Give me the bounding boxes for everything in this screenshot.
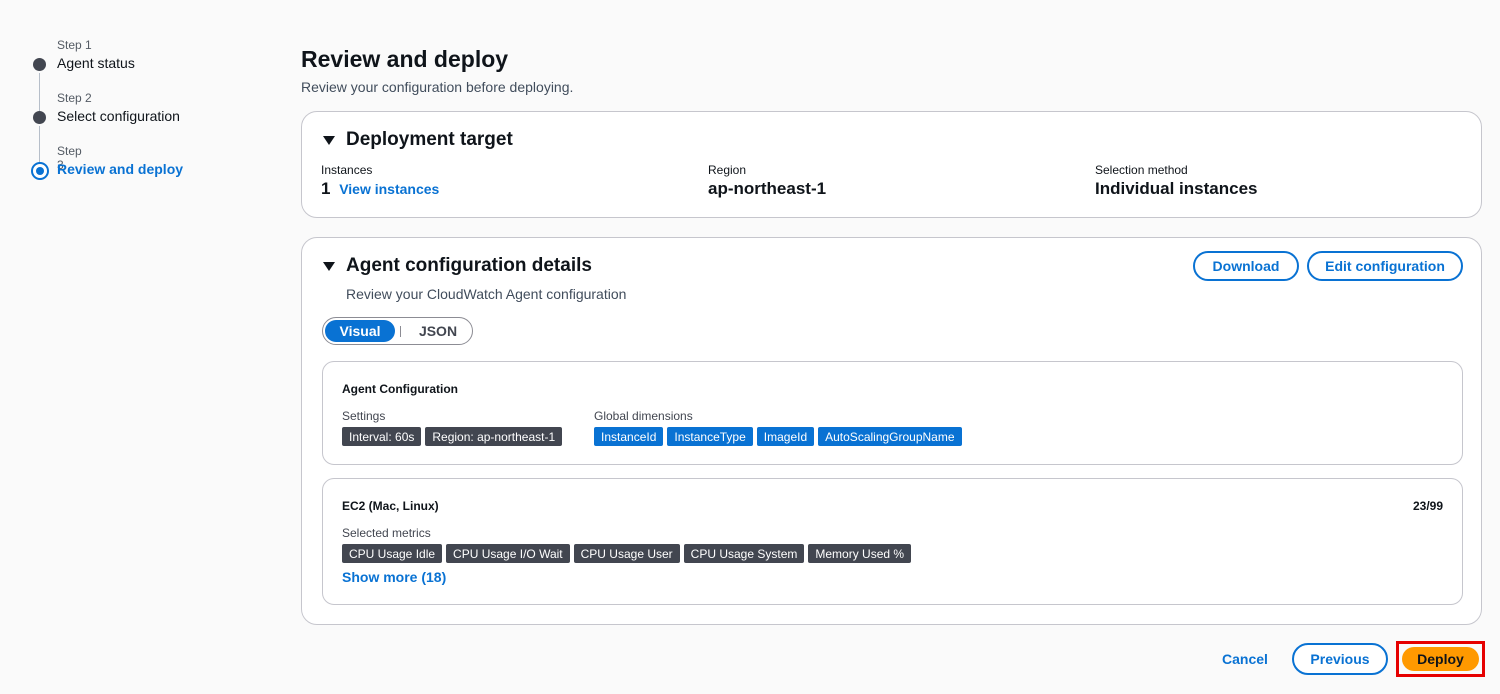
selection-method-label: Selection method — [1095, 163, 1188, 177]
global-dimensions-label: Global dimensions — [594, 409, 693, 423]
card-title: Agent Configuration — [342, 382, 458, 396]
dimension-tag: InstanceId — [594, 427, 664, 446]
card-title: EC2 (Mac, Linux) — [342, 499, 439, 513]
agent-configuration-card: Agent Configuration Settings Interval: 6… — [322, 361, 1463, 465]
collapse-caret-icon[interactable] — [323, 262, 335, 271]
section-title: Agent configuration details — [346, 255, 592, 276]
instances-label: Instances — [321, 163, 373, 177]
deployment-target-panel: Deployment target Instances 1 View insta… — [301, 111, 1482, 218]
wizard-steps: Step 1 Agent status Step 2 Select config… — [30, 38, 270, 180]
step-number: Step 1 — [57, 38, 92, 52]
metric-tag: CPU Usage I/O Wait — [446, 544, 570, 563]
step-complete-icon — [33, 58, 46, 71]
collapse-caret-icon[interactable] — [323, 136, 335, 145]
dimension-tag: AutoScalingGroupName — [818, 427, 962, 446]
metric-tags: CPU Usage Idle CPU Usage I/O Wait CPU Us… — [342, 544, 912, 563]
metric-tag: CPU Usage Idle — [342, 544, 443, 563]
step-title: Review and deploy — [57, 161, 184, 177]
show-more-link[interactable]: Show more (18) — [342, 569, 446, 585]
step-title: Select configuration — [57, 108, 180, 124]
wizard-step-2[interactable]: Step 2 Select configuration — [30, 91, 270, 164]
previous-button[interactable]: Previous — [1292, 643, 1388, 675]
view-instances-link[interactable]: View instances — [339, 181, 439, 197]
dimension-tag: ImageId — [756, 427, 815, 446]
visual-toggle-option[interactable]: Visual — [325, 320, 395, 342]
edit-configuration-button[interactable]: Edit configuration — [1307, 251, 1463, 281]
dimension-tags: InstanceId InstanceType ImageId AutoScal… — [594, 427, 962, 446]
ec2-metrics-card: EC2 (Mac, Linux) 23/99 Selected metrics … — [322, 478, 1463, 605]
metric-tag: CPU Usage User — [573, 544, 680, 563]
step-number: Step 2 — [57, 91, 92, 105]
region-label: Region — [708, 163, 747, 177]
settings-tag: Interval: 60s — [342, 427, 422, 446]
instances-count: 1 — [321, 179, 331, 198]
step-current-icon — [31, 162, 49, 180]
deploy-button[interactable]: Deploy — [1402, 647, 1479, 671]
instances-value: 1 View instances — [321, 179, 439, 199]
selected-metrics-label: Selected metrics — [342, 526, 431, 540]
agent-config-panel: Agent configuration details Review your … — [301, 237, 1482, 625]
settings-label: Settings — [342, 409, 386, 423]
toggle-divider — [400, 326, 401, 337]
step-title: Agent status — [57, 55, 135, 71]
metrics-count: 23/99 — [1412, 499, 1443, 513]
view-mode-toggle: Visual JSON — [322, 317, 473, 345]
step-complete-icon — [33, 111, 46, 124]
page-description: Review your configuration before deployi… — [301, 79, 574, 95]
page-title: Review and deploy — [301, 46, 509, 72]
settings-tag: Region: ap-northeast-1 — [425, 427, 563, 446]
section-title: Deployment target — [346, 129, 513, 150]
dimension-tag: InstanceType — [667, 427, 753, 446]
wizard-step-1[interactable]: Step 1 Agent status — [30, 38, 270, 111]
step-connector — [39, 126, 40, 164]
deploy-highlight-box: Deploy — [1396, 641, 1485, 677]
selection-method-value: Individual instances — [1095, 179, 1258, 198]
download-button[interactable]: Download — [1193, 251, 1299, 281]
cancel-button[interactable]: Cancel — [1222, 651, 1268, 667]
metric-tag: CPU Usage System — [683, 544, 805, 563]
settings-tags: Interval: 60s Region: ap-northeast-1 — [342, 427, 563, 446]
json-toggle-option[interactable]: JSON — [405, 320, 471, 342]
section-description: Review your CloudWatch Agent configurati… — [346, 286, 627, 302]
metric-tag: Memory Used % — [808, 544, 912, 563]
region-value: ap-northeast-1 — [708, 179, 827, 198]
